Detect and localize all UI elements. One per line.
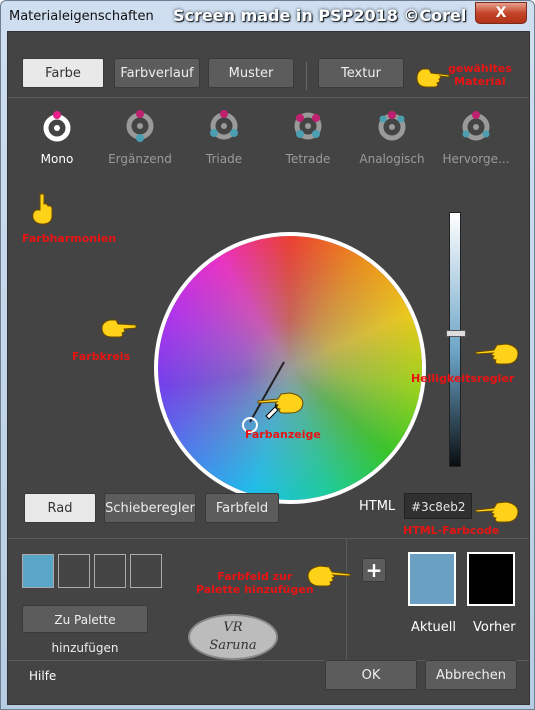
tab-farbe[interactable]: Farbe xyxy=(22,58,104,88)
wheel-overlay xyxy=(242,361,285,433)
palette-swatch-2[interactable] xyxy=(58,554,90,588)
annotation-material-line1: gewähltes xyxy=(448,62,512,75)
pointing-hand-icon xyxy=(32,193,53,225)
divider-line xyxy=(8,538,529,539)
html-label: HTML xyxy=(359,499,396,514)
title-bar: Materialeigenschaften Screen made in PSP… xyxy=(1,1,534,31)
harmony-highlight[interactable]: Hervorge... xyxy=(436,110,516,166)
highlight-icon xyxy=(462,111,490,141)
complementary-icon xyxy=(126,110,154,142)
screenshot-caption: Screen made in PSP2018 ©Corel xyxy=(173,6,467,25)
watermark-line1: VR xyxy=(223,620,243,635)
pointing-hand-icon xyxy=(257,392,304,414)
tetrad-icon xyxy=(294,112,322,140)
annotation-wheel: Farbkreis xyxy=(72,350,131,363)
add-to-palette-button[interactable]: Zu Palette hinzufügen xyxy=(22,605,148,655)
previous-color-swatch[interactable] xyxy=(467,552,515,606)
brightness-slider-thumb[interactable] xyxy=(446,329,466,337)
current-color-label: Aktuell xyxy=(411,620,456,635)
tab-muster[interactable]: Muster xyxy=(208,58,294,88)
close-button[interactable]: X xyxy=(475,2,527,24)
harmony-label: Tetrade xyxy=(285,152,331,166)
harmony-label: Hervorge... xyxy=(442,152,510,166)
watermark-logo: VR Saruna xyxy=(188,614,278,660)
harmony-mono[interactable]: Mono xyxy=(17,110,97,166)
cancel-button[interactable]: Abbrechen xyxy=(425,660,517,690)
annotation-brightness: Helligkeitsregler xyxy=(411,372,515,385)
harmony-label: Triade xyxy=(205,152,243,166)
previous-color-label: Vorher xyxy=(473,620,516,635)
pointing-hand-icon xyxy=(416,68,450,88)
annotation-add-line1: Farbfeld zur xyxy=(217,570,293,583)
triad-icon xyxy=(210,110,238,140)
mono-icon xyxy=(43,111,71,142)
harmony-label: Ergänzend xyxy=(108,152,172,166)
tab-textur[interactable]: Textur xyxy=(318,58,404,88)
palette-swatch-4[interactable] xyxy=(130,554,162,588)
help-link[interactable]: Hilfe xyxy=(29,669,56,683)
current-color-swatch xyxy=(408,552,456,606)
watermark-line2: Saruna xyxy=(209,638,257,653)
annotation-harmonies: Farbharmonien xyxy=(22,232,117,245)
annotation-material: gewähltes Material xyxy=(448,62,512,88)
html-color-field[interactable]: #3c8eb2 xyxy=(404,493,472,519)
pointing-hand-icon xyxy=(101,319,137,338)
annotation-color-display: Farbanzeige xyxy=(245,428,321,441)
ok-button[interactable]: OK xyxy=(325,660,417,690)
annotation-material-line2: Material xyxy=(454,75,506,88)
divider-line xyxy=(8,97,529,98)
harmony-triad[interactable]: Triade xyxy=(184,110,264,166)
tab-farbverlauf[interactable]: Farbverlauf xyxy=(114,58,200,88)
harmony-analogous[interactable]: Analogisch xyxy=(352,110,432,166)
tab-divider xyxy=(306,62,307,90)
harmony-label: Analogisch xyxy=(359,152,425,166)
window-title: Materialeigenschaften xyxy=(9,9,154,24)
brightness-slider[interactable] xyxy=(449,212,461,467)
palette-swatch-3[interactable] xyxy=(94,554,126,588)
tab-schieberegler[interactable]: Schieberegler xyxy=(104,493,196,523)
harmony-label: Mono xyxy=(40,152,74,166)
dialog-window: Materialeigenschaften Screen made in PSP… xyxy=(0,0,535,710)
dialog-body: Farbe Farbverlauf Muster Textur Mono Erg… xyxy=(7,31,530,705)
tab-farbfeld[interactable]: Farbfeld xyxy=(205,493,279,523)
harmony-tetrad[interactable]: Tetrade xyxy=(268,110,348,166)
tab-rad[interactable]: Rad xyxy=(24,493,96,523)
pointing-hand-icon xyxy=(307,565,351,587)
vertical-divider xyxy=(346,538,347,660)
color-wheel[interactable] xyxy=(154,232,426,504)
harmony-complementary[interactable]: Ergänzend xyxy=(100,110,180,166)
annotation-add-swatch: Farbfeld zur Palette hinzufügen xyxy=(196,570,314,596)
annotation-add-line2: Palette hinzufügen xyxy=(196,583,314,596)
pointing-hand-icon xyxy=(475,501,519,523)
pointing-hand-icon xyxy=(475,343,519,365)
analogous-icon xyxy=(378,111,406,141)
add-swatch-plus-button[interactable]: + xyxy=(362,558,386,582)
palette-swatch-1[interactable] xyxy=(22,554,54,588)
